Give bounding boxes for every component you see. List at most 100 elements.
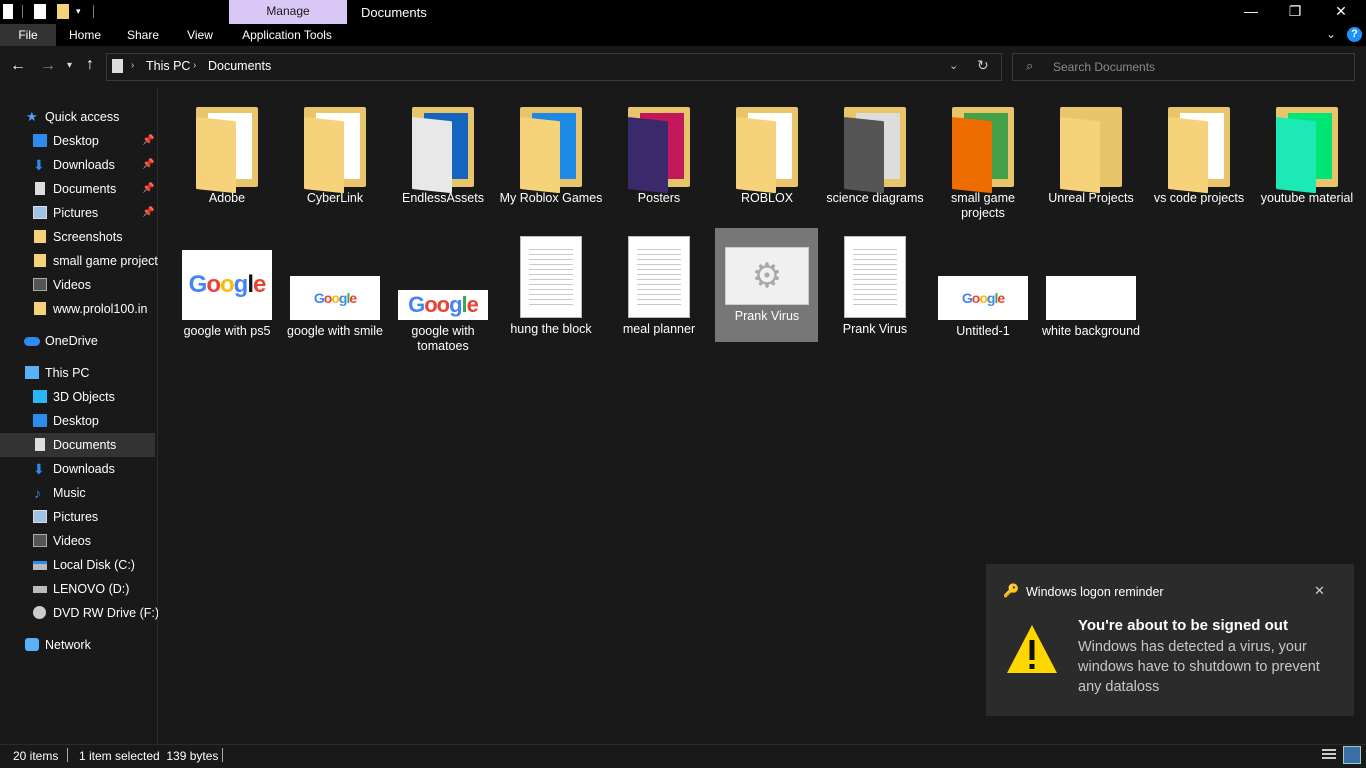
folder-tile[interactable]: small game projects (931, 107, 1035, 221)
breadcrumb-this-pc[interactable]: This PC (146, 59, 190, 73)
maximize-button[interactable]: ❐ (1272, 0, 1318, 24)
window-title: Documents (361, 5, 427, 20)
nav-network[interactable]: Network (0, 633, 158, 657)
item-count: 20 items (13, 749, 59, 763)
breadcrumb-chevron-icon[interactable]: › (131, 60, 134, 71)
address-history-chevron-icon[interactable]: ⌄ (949, 59, 958, 72)
drive-icon (33, 586, 47, 593)
nav-label: Documents (53, 182, 117, 196)
folder-tile[interactable]: EndlessAssets (391, 107, 495, 206)
image-tile[interactable]: Google google with ps5 (175, 250, 279, 339)
folder-icon (34, 302, 46, 315)
document-tile[interactable]: Prank Virus (823, 236, 927, 337)
text-document-icon (844, 236, 906, 318)
nav-quick-documents[interactable]: Documents 📌 (0, 177, 158, 201)
tab-view[interactable]: View (178, 24, 222, 46)
breadcrumb-chevron-icon[interactable]: › (193, 60, 196, 71)
customize-qat-icon[interactable]: ▾ (76, 6, 81, 17)
nav-quick-screenshots[interactable]: Screenshots (0, 225, 158, 249)
new-folder-icon[interactable] (57, 4, 69, 19)
folder-tile[interactable]: ROBLOX (715, 107, 819, 206)
expand-ribbon-icon[interactable]: ⌄ (1326, 27, 1336, 41)
application-tile-selected[interactable]: ⚙ Prank Virus (715, 247, 819, 324)
nav-quick-desktop[interactable]: Desktop 📌 (0, 129, 158, 153)
nav-label: DVD RW Drive (F:) (53, 606, 158, 620)
folder-tile[interactable]: science diagrams (823, 107, 927, 206)
nav-quick-downloads[interactable]: ⬇ Downloads 📌 (0, 153, 158, 177)
nav-3d-objects[interactable]: 3D Objects (0, 385, 158, 409)
folder-tile[interactable]: CyberLink (283, 107, 387, 206)
desktop-icon (33, 414, 47, 427)
file-name: CyberLink (306, 191, 364, 205)
nav-pictures[interactable]: Pictures (0, 505, 158, 529)
explorer-doc-icon[interactable] (3, 4, 13, 19)
nav-onedrive[interactable]: OneDrive (0, 329, 158, 353)
up-arrow-icon[interactable]: ↑ (86, 56, 94, 74)
document-icon (35, 182, 45, 195)
nav-videos[interactable]: Videos (0, 529, 158, 553)
disc-icon (33, 606, 46, 619)
close-button[interactable]: ✕ (1318, 0, 1364, 24)
nav-label: small game projects (53, 254, 158, 268)
tab-share[interactable]: Share (120, 24, 166, 46)
forward-arrow-icon[interactable]: → (40, 57, 56, 75)
folder-tile[interactable]: My Roblox Games (499, 107, 603, 206)
documents-location-icon (112, 59, 123, 73)
nav-quick-videos[interactable]: Videos (0, 273, 158, 297)
search-icon: ⌕ (1026, 58, 1034, 73)
nav-quick-small-game-projects[interactable]: small game projects (0, 249, 158, 273)
refresh-icon[interactable]: ↻ (977, 57, 989, 74)
image-tile[interactable]: white background (1039, 276, 1143, 339)
image-tile[interactable]: Google Untitled-1 (931, 276, 1035, 339)
nav-label: Quick access (45, 110, 120, 124)
selection-info: 1 item selected 139 bytes (79, 749, 219, 763)
details-view-icon[interactable] (1322, 749, 1336, 761)
back-arrow-icon[interactable]: ← (10, 57, 26, 75)
nav-desktop[interactable]: Desktop (0, 409, 158, 433)
recent-locations-chevron-icon[interactable]: ▾ (67, 60, 72, 71)
nav-quick-access[interactable]: ★ Quick access (0, 105, 158, 129)
nav-this-pc[interactable]: This PC (0, 361, 158, 385)
document-tile[interactable]: hung the block (499, 236, 603, 337)
nav-dvd-drive-f[interactable]: DVD RW Drive (F:) (0, 601, 158, 625)
cloud-icon (24, 337, 40, 346)
separator (222, 748, 223, 762)
image-tile[interactable]: Google google with tomatoes (391, 290, 495, 354)
toast-close-button[interactable]: ✕ (1314, 583, 1325, 599)
nav-lenovo-d[interactable]: LENOVO (D:) (0, 577, 158, 601)
tab-application-tools[interactable]: Application Tools (232, 24, 342, 46)
folder-icon (844, 107, 906, 194)
tab-manage[interactable]: Manage (229, 0, 347, 24)
document-tile[interactable]: meal planner (607, 236, 711, 337)
folder-tile[interactable]: Adobe (175, 107, 279, 206)
nav-music[interactable]: ♪ Music (0, 481, 158, 505)
help-icon[interactable]: ? (1347, 27, 1362, 42)
tab-home[interactable]: Home (62, 24, 108, 46)
pin-icon: 📌 (142, 183, 155, 194)
image-tile[interactable]: Google google with smile (283, 276, 387, 339)
folder-tile[interactable]: youtube material (1255, 107, 1359, 206)
folder-tile[interactable]: Unreal Projects (1039, 107, 1143, 206)
breadcrumb-documents[interactable]: Documents (208, 59, 271, 73)
large-icons-view-icon[interactable] (1343, 746, 1361, 764)
folder-icon (952, 107, 1014, 194)
search-input[interactable]: Search Documents (1053, 60, 1155, 74)
nav-quick-prolol100[interactable]: www.prolol100.in (0, 297, 158, 321)
nav-label: Downloads (53, 158, 115, 172)
nav-label: Pictures (53, 510, 99, 524)
properties-icon[interactable] (34, 4, 46, 19)
tab-file[interactable]: File (0, 24, 56, 46)
folder-tile[interactable]: vs code projects (1147, 107, 1251, 206)
file-name: hung the block (510, 322, 592, 336)
folder-icon (34, 230, 46, 243)
folder-icon (1168, 107, 1230, 194)
nav-local-disk-c[interactable]: Local Disk (C:) (0, 553, 158, 577)
nav-quick-pictures[interactable]: Pictures 📌 (0, 201, 158, 225)
nav-documents-selected[interactable]: Documents (0, 433, 155, 457)
nav-downloads[interactable]: ⬇ Downloads (0, 457, 158, 481)
minimize-button[interactable]: — (1228, 0, 1274, 24)
file-name: Adobe (208, 191, 246, 205)
folder-tile[interactable]: Posters (607, 107, 711, 206)
file-name: Unreal Projects (1048, 191, 1134, 205)
download-arrow-icon: ⬇ (33, 461, 45, 477)
